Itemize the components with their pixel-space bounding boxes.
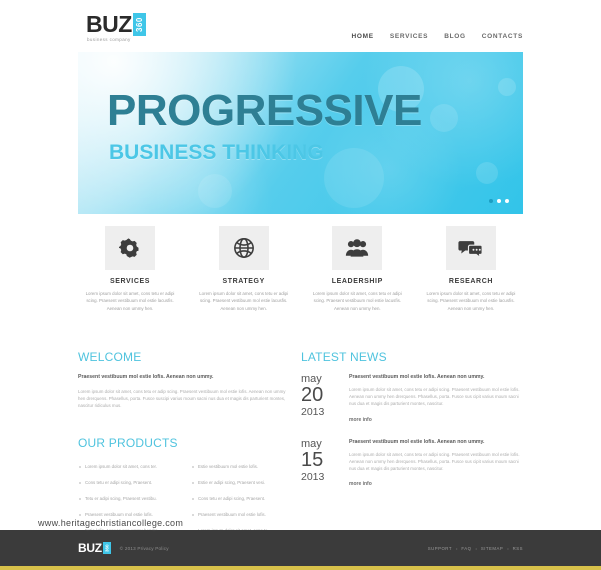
nav-item-services[interactable]: SERVICES	[390, 33, 428, 40]
news-month: may	[301, 437, 322, 450]
footer-left: BUZ 360 © 2013 Privacy Policy	[78, 542, 169, 554]
footer-copyright: © 2013 Privacy Policy	[119, 545, 169, 551]
footer-links: SUPPORT • FAQ • SITEMAP • RSS	[428, 546, 523, 551]
site-footer: BUZ 360 © 2013 Privacy Policy SUPPORT • …	[0, 530, 601, 570]
slider-dot-3[interactable]	[505, 199, 509, 203]
service-title: SERVICES	[109, 278, 151, 285]
left-column: WELCOME Praesent vestibuum mol estie lof…	[78, 350, 290, 539]
slider-dot-1[interactable]	[489, 199, 493, 203]
right-column: LATEST NEWS may 20 2013 Praesent vestibu…	[301, 350, 523, 539]
footer-link-sitemap[interactable]: SITEMAP	[481, 546, 503, 551]
welcome-heading: WELCOME	[78, 350, 142, 364]
news-date: may 15 2013	[301, 438, 345, 491]
news-item: may 15 2013 Praesent vestibuum mol estie…	[301, 438, 523, 491]
service-title: STRATEGY	[222, 278, 265, 285]
footer-accent-bar	[0, 566, 601, 570]
news-body: Praesent vestibuum mol estie lofis. Aene…	[345, 438, 523, 491]
service-title: RESEARCH	[448, 278, 494, 285]
services-row: SERVICES Lorem ipsum dolor sit amet, con…	[78, 226, 523, 312]
logo-text: BUZ	[86, 11, 132, 37]
welcome-lead: Praesent vestibuum mol estie lofis. Aene…	[78, 374, 214, 380]
slider-dot-2[interactable]	[497, 199, 501, 203]
site-logo[interactable]: BUZ 360	[86, 13, 146, 36]
footer-link-support[interactable]: SUPPORT	[428, 546, 452, 551]
hero-title: PROGRESSIVE	[107, 86, 422, 135]
watermark-url: www.heritagechristiancollege.com	[38, 518, 184, 528]
main-navigation: HOME SERVICES BLOG CONTACTS	[352, 33, 523, 40]
bokeh-circle	[430, 104, 458, 132]
nav-item-home[interactable]: HOME	[352, 33, 374, 40]
globe-icon	[218, 226, 269, 270]
more-info-link[interactable]: more info	[349, 481, 372, 487]
main-content: WELCOME Praesent vestibuum mol estie lof…	[78, 350, 523, 539]
service-card-strategy[interactable]: STRATEGY Lorem ipsum dolor sit amet, con…	[192, 226, 296, 312]
product-list-item[interactable]: Estie vestibuum mol estie lofis.	[191, 459, 290, 475]
product-list-item[interactable]: Cons tetu er adipi scing, Praesent.	[78, 475, 177, 491]
site-header: BUZ 360 business company HOME SERVICES B…	[0, 0, 601, 52]
page-root: BUZ 360 business company HOME SERVICES B…	[0, 0, 601, 570]
news-item: may 20 2013 Praesent vestibuum mol estie…	[301, 373, 523, 426]
service-text: Lorem ipsum dolor sit amet, cons tetu er…	[426, 291, 516, 311]
product-list-item[interactable]: Lorem ipsum dolor sit amet, cons ter.	[78, 459, 177, 475]
products-heading: OUR PRODUCTS	[78, 435, 178, 450]
footer-link-faq[interactable]: FAQ	[461, 546, 471, 551]
news-day: 20	[301, 384, 324, 406]
bokeh-circle	[198, 174, 232, 208]
product-list-item[interactable]: Praesent vestibuum mol estie lofis.	[191, 507, 290, 523]
footer-separator: •	[507, 545, 509, 551]
logo-badge-360: 360	[132, 13, 146, 36]
news-year: 2013	[301, 406, 325, 418]
product-list-item[interactable]: Tetu er adipi scing, Praesent vestibu.	[78, 491, 177, 507]
hero-subtitle: BUSINESS THINKING	[109, 141, 324, 164]
news-year: 2013	[301, 470, 325, 483]
news-body: Praesent vestibuum mol estie lofis. Aene…	[345, 373, 523, 426]
news-heading: LATEST NEWS	[301, 350, 387, 364]
more-info-link[interactable]: more info	[349, 417, 372, 423]
gear-icon	[105, 226, 155, 270]
footer-logo-text[interactable]: BUZ	[78, 542, 102, 554]
service-text: Lorem ipsum dolor sit amet, cons tetu er…	[85, 291, 175, 311]
welcome-text: Lorem ipsum dolor sit amet, cons tetu er…	[78, 389, 286, 409]
news-text: Lorem ipsum dolor sit amet, cons tetu er…	[349, 451, 520, 472]
product-list-item[interactable]: Estie er adipi scing, Praesent vesi.	[191, 475, 290, 491]
product-list-item[interactable]: Cons tetu er adipi scing, Praesent.	[191, 491, 290, 507]
news-text: Lorem ipsum dolor sit amet, cons tetu er…	[349, 387, 520, 407]
footer-separator: •	[455, 545, 458, 551]
footer-link-rss[interactable]: RSS	[513, 546, 523, 551]
service-card-research[interactable]: RESEARCH Lorem ipsum dolor sit amet, con…	[419, 226, 523, 312]
bokeh-circle	[498, 78, 516, 96]
hero-banner[interactable]: PROGRESSIVE BUSINESS THINKING	[78, 52, 523, 214]
people-icon	[332, 226, 383, 270]
service-text: Lorem ipsum dolor sit amet, cons tetu er…	[199, 291, 289, 311]
news-lead: Praesent vestibuum mol estie lofis. Aene…	[349, 374, 485, 380]
bokeh-circle	[324, 148, 384, 208]
logo-tagline: business company	[87, 37, 131, 42]
slider-pagination	[489, 199, 509, 203]
service-card-leadership[interactable]: LEADERSHIP Lorem ipsum dolor sit amet, c…	[305, 226, 409, 312]
news-day: 15	[301, 448, 324, 471]
nav-item-contacts[interactable]: CONTACTS	[482, 33, 523, 40]
service-text: Lorem ipsum dolor sit amet, cons tetu er…	[312, 291, 402, 311]
footer-logo-badge-360: 360	[102, 542, 111, 554]
products-column-two: Estie vestibuum mol estie lofis. Estie e…	[191, 459, 290, 539]
bokeh-circle	[476, 162, 498, 184]
service-title: LEADERSHIP	[331, 278, 383, 285]
nav-item-blog[interactable]: BLOG	[444, 33, 466, 40]
footer-separator: •	[475, 545, 477, 551]
service-card-services[interactable]: SERVICES Lorem ipsum dolor sit amet, con…	[78, 226, 182, 312]
chat-bubbles-icon	[445, 226, 496, 270]
footer-inner: BUZ 360 © 2013 Privacy Policy SUPPORT • …	[78, 542, 523, 554]
news-lead: Praesent vestibuum mol estie lofis. Aene…	[349, 438, 485, 445]
news-date: may 20 2013	[301, 373, 345, 426]
